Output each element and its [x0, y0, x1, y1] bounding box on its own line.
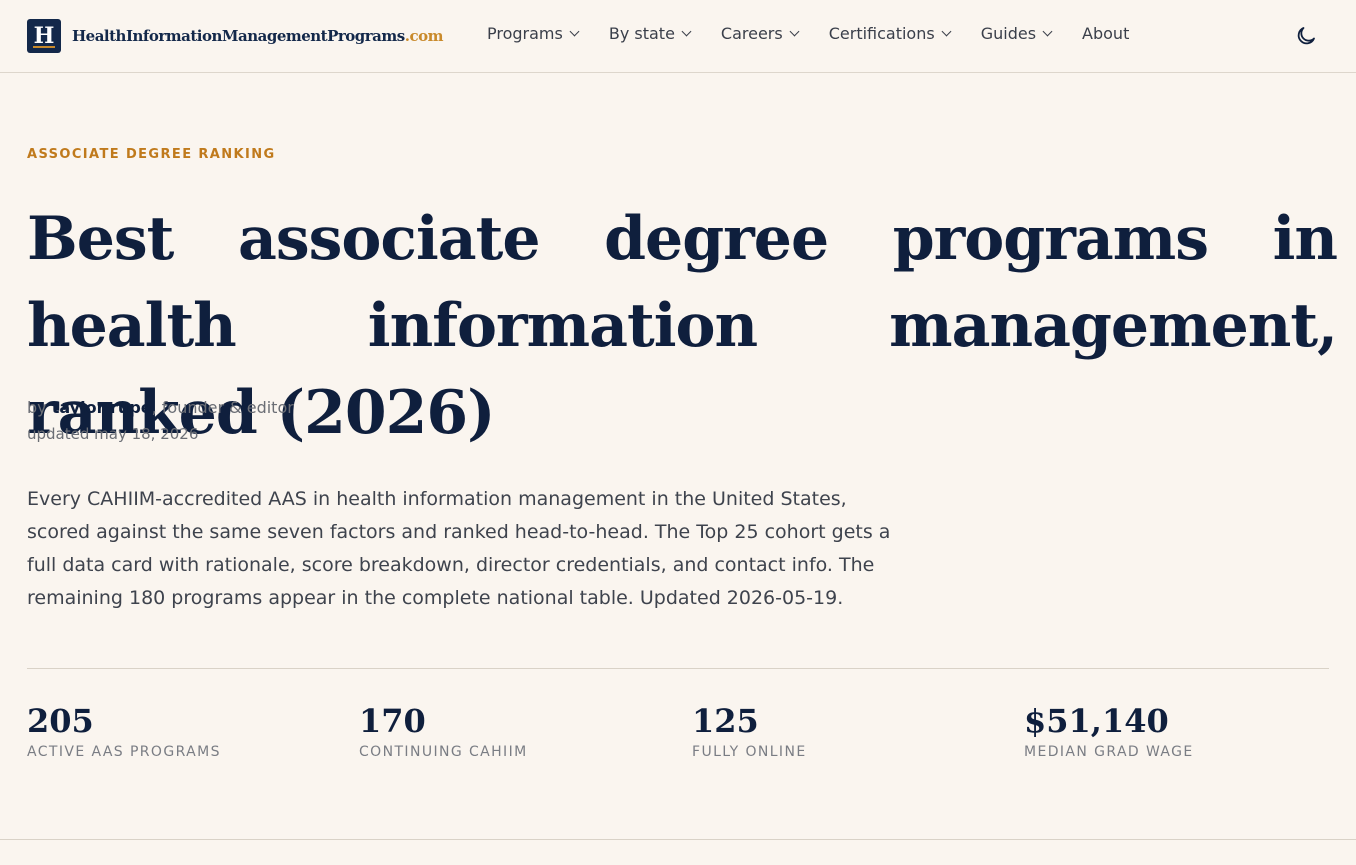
author-name: taylor rupe — [51, 398, 152, 417]
chevron-down-icon — [941, 26, 952, 37]
chevron-down-icon — [569, 26, 580, 37]
stat-label: ACTIVE AAS PROGRAMS — [27, 744, 221, 760]
stat-continuing-cahiim: 170 CONTINUING CAHIIM — [359, 700, 528, 760]
stat-fully-online: 125 FULLY ONLINE — [692, 700, 807, 760]
stats-row: 205 ACTIVE AAS PROGRAMS 170 CONTINUING C… — [27, 700, 1329, 780]
lead-paragraph: Every CAHIIM-accredited AAS in health in… — [27, 488, 891, 609]
site-header: H HealthInformationManagementPrograms.co… — [0, 0, 1356, 73]
logo-name: HealthInformationManagementPrograms — [72, 27, 405, 45]
menu-item-careers[interactable]: Careers — [720, 24, 800, 43]
menu-item-guides[interactable]: Guides — [980, 24, 1053, 43]
menu-item-programs[interactable]: Programs — [487, 24, 580, 43]
stat-value: 205 — [27, 702, 94, 740]
menu-item-certifications[interactable]: Certifications — [828, 24, 952, 43]
menu-item-about[interactable]: About — [1082, 24, 1129, 43]
stat-label: CONTINUING CAHIIM — [359, 744, 528, 760]
byline: by taylor rupe, founder & editor — [27, 398, 294, 417]
divider — [27, 668, 1329, 669]
chevron-down-icon — [681, 26, 692, 37]
page-title: Best associate degree programs in health… — [27, 204, 1338, 448]
divider — [0, 839, 1356, 840]
menu-item-label: Guides — [980, 24, 1037, 43]
stat-value: 170 — [359, 702, 426, 740]
stat-label: MEDIAN GRAD WAGE — [1024, 744, 1194, 760]
menu-item-label: Programs — [487, 24, 563, 43]
updated-date: updated may 18, 2026 — [27, 425, 199, 443]
stat-value: $51,140 — [1024, 702, 1169, 740]
author-role: , founder & editor — [151, 398, 294, 417]
chevron-down-icon — [1042, 26, 1053, 37]
menu-item-label: By state — [608, 24, 675, 43]
byline-prefix: by — [27, 398, 52, 417]
stat-active-programs: 205 ACTIVE AAS PROGRAMS — [27, 700, 221, 760]
article-eyebrow: ASSOCIATE DEGREE RANKING — [27, 147, 276, 162]
menu-item-label: Certifications — [828, 24, 935, 43]
main-menu: Programs By state Careers Certifications… — [487, 24, 1129, 43]
menu-item-by-state[interactable]: By state — [608, 24, 692, 43]
menu-item-label: About — [1082, 24, 1130, 43]
site-logo[interactable]: H HealthInformationManagementPrograms.co… — [27, 19, 443, 53]
logo-tld: .com — [404, 27, 444, 45]
logo-mark-icon: H — [27, 19, 61, 53]
stat-label: FULLY ONLINE — [692, 744, 807, 760]
theme-toggle-button[interactable] — [1294, 24, 1318, 48]
logo-wordmark: HealthInformationManagementPrograms.com — [72, 27, 443, 45]
stat-value: 125 — [692, 702, 759, 740]
menu-item-label: Careers — [720, 24, 783, 43]
moon-icon — [1297, 27, 1315, 45]
stat-median-wage: $51,140 MEDIAN GRAD WAGE — [1024, 700, 1194, 760]
chevron-down-icon — [789, 26, 800, 37]
